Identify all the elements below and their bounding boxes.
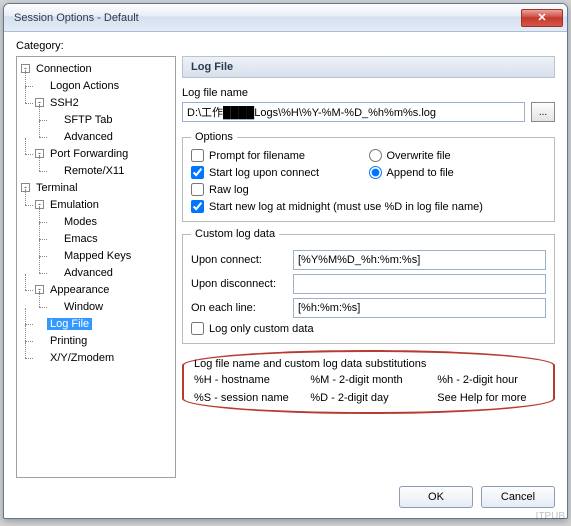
log-file-path-input[interactable] bbox=[182, 102, 525, 122]
tree-port-forwarding[interactable]: Port Forwarding bbox=[47, 148, 131, 160]
log-file-name-group: Log file name ... bbox=[182, 84, 555, 125]
options-legend: Options bbox=[191, 131, 237, 143]
midnight-input[interactable] bbox=[191, 200, 204, 213]
sub-h-host: %H - hostname bbox=[194, 374, 310, 386]
ok-button[interactable]: OK bbox=[399, 486, 473, 508]
tree-emu-advanced[interactable]: Advanced bbox=[61, 267, 116, 279]
log-file-name-label: Log file name bbox=[182, 87, 248, 99]
sub-s-session: %S - session name bbox=[194, 392, 310, 404]
tree-logon-actions[interactable]: Logon Actions bbox=[47, 80, 122, 92]
tree-printing[interactable]: Printing bbox=[47, 335, 90, 347]
substitutions-box: Log file name and custom log data substi… bbox=[182, 350, 555, 414]
overwrite-radio[interactable]: Overwrite file bbox=[369, 149, 547, 162]
cancel-button[interactable]: Cancel bbox=[481, 486, 555, 508]
close-button[interactable]: ✕ bbox=[521, 9, 563, 27]
category-tree[interactable]: -Connection Logon Actions -SSH2 SFTP Tab… bbox=[16, 56, 176, 478]
watermark: ITPUB bbox=[536, 511, 565, 522]
tree-remote-x11[interactable]: Remote/X11 bbox=[61, 165, 127, 177]
tree-window[interactable]: Window bbox=[61, 301, 106, 313]
dialog-buttons: OK Cancel bbox=[16, 478, 555, 508]
tree-terminal[interactable]: Terminal bbox=[33, 182, 81, 194]
tree-xyzmodem[interactable]: X/Y/Zmodem bbox=[47, 352, 117, 364]
custom-log-fieldset: Custom log data Upon connect: Upon disco… bbox=[182, 228, 555, 344]
upon-connect-input[interactable] bbox=[293, 250, 546, 270]
custom-log-legend: Custom log data bbox=[191, 228, 279, 240]
prompt-checkbox[interactable]: Prompt for filename bbox=[191, 149, 369, 162]
append-radio[interactable]: Append to file bbox=[369, 166, 547, 179]
tree-sftp-tab[interactable]: SFTP Tab bbox=[61, 114, 116, 126]
tree-ssh2[interactable]: SSH2 bbox=[47, 97, 82, 109]
category-label: Category: bbox=[16, 40, 555, 52]
tree-ssh2-advanced[interactable]: Advanced bbox=[61, 131, 116, 143]
each-line-input[interactable] bbox=[293, 298, 546, 318]
browse-button[interactable]: ... bbox=[531, 102, 555, 122]
tree-emacs[interactable]: Emacs bbox=[61, 233, 101, 245]
upon-disconnect-input[interactable] bbox=[293, 274, 546, 294]
log-only-custom-checkbox[interactable]: Log only custom data bbox=[191, 322, 546, 335]
substitutions-title: Log file name and custom log data substi… bbox=[194, 358, 543, 370]
sub-d-day: %D - 2-digit day bbox=[310, 392, 437, 404]
midnight-checkbox[interactable]: Start new log at midnight (must use %D i… bbox=[191, 200, 546, 213]
dialog-body: Category: -Connection Logon Actions -SSH… bbox=[4, 32, 567, 518]
titlebar: Session Options - Default ✕ bbox=[4, 4, 567, 32]
each-line-label: On each line: bbox=[191, 302, 287, 314]
settings-pane: Log File Log file name ... Options Promp… bbox=[182, 56, 555, 478]
tree-appearance[interactable]: Appearance bbox=[47, 284, 112, 296]
close-icon: ✕ bbox=[537, 11, 546, 24]
section-header: Log File bbox=[182, 56, 555, 78]
sub-m-month: %M - 2-digit month bbox=[310, 374, 437, 386]
panels: -Connection Logon Actions -SSH2 SFTP Tab… bbox=[16, 56, 555, 478]
options-fieldset: Options Prompt for filename Overwrite fi… bbox=[182, 131, 555, 222]
raw-log-input[interactable] bbox=[191, 183, 204, 196]
tree-log-file[interactable]: Log File bbox=[47, 318, 92, 330]
raw-log-checkbox[interactable]: Raw log bbox=[191, 183, 546, 196]
window-title: Session Options - Default bbox=[14, 12, 521, 24]
tree-modes[interactable]: Modes bbox=[61, 216, 100, 228]
log-only-custom-input[interactable] bbox=[191, 322, 204, 335]
dialog-window: Session Options - Default ✕ Category: -C… bbox=[3, 3, 568, 519]
sub-see-help: See Help for more bbox=[437, 392, 543, 404]
append-radio-input[interactable] bbox=[369, 166, 382, 179]
tree-emulation[interactable]: Emulation bbox=[47, 199, 102, 211]
overwrite-radio-input[interactable] bbox=[369, 149, 382, 162]
prompt-checkbox-input[interactable] bbox=[191, 149, 204, 162]
upon-connect-label: Upon connect: bbox=[191, 254, 287, 266]
tree-connection[interactable]: Connection bbox=[33, 63, 95, 75]
upon-disconnect-label: Upon disconnect: bbox=[191, 278, 287, 290]
sub-h-hour: %h - 2-digit hour bbox=[437, 374, 543, 386]
tree-mapped-keys[interactable]: Mapped Keys bbox=[61, 250, 134, 262]
start-on-connect-checkbox[interactable]: Start log upon connect bbox=[191, 166, 369, 179]
start-on-connect-input[interactable] bbox=[191, 166, 204, 179]
